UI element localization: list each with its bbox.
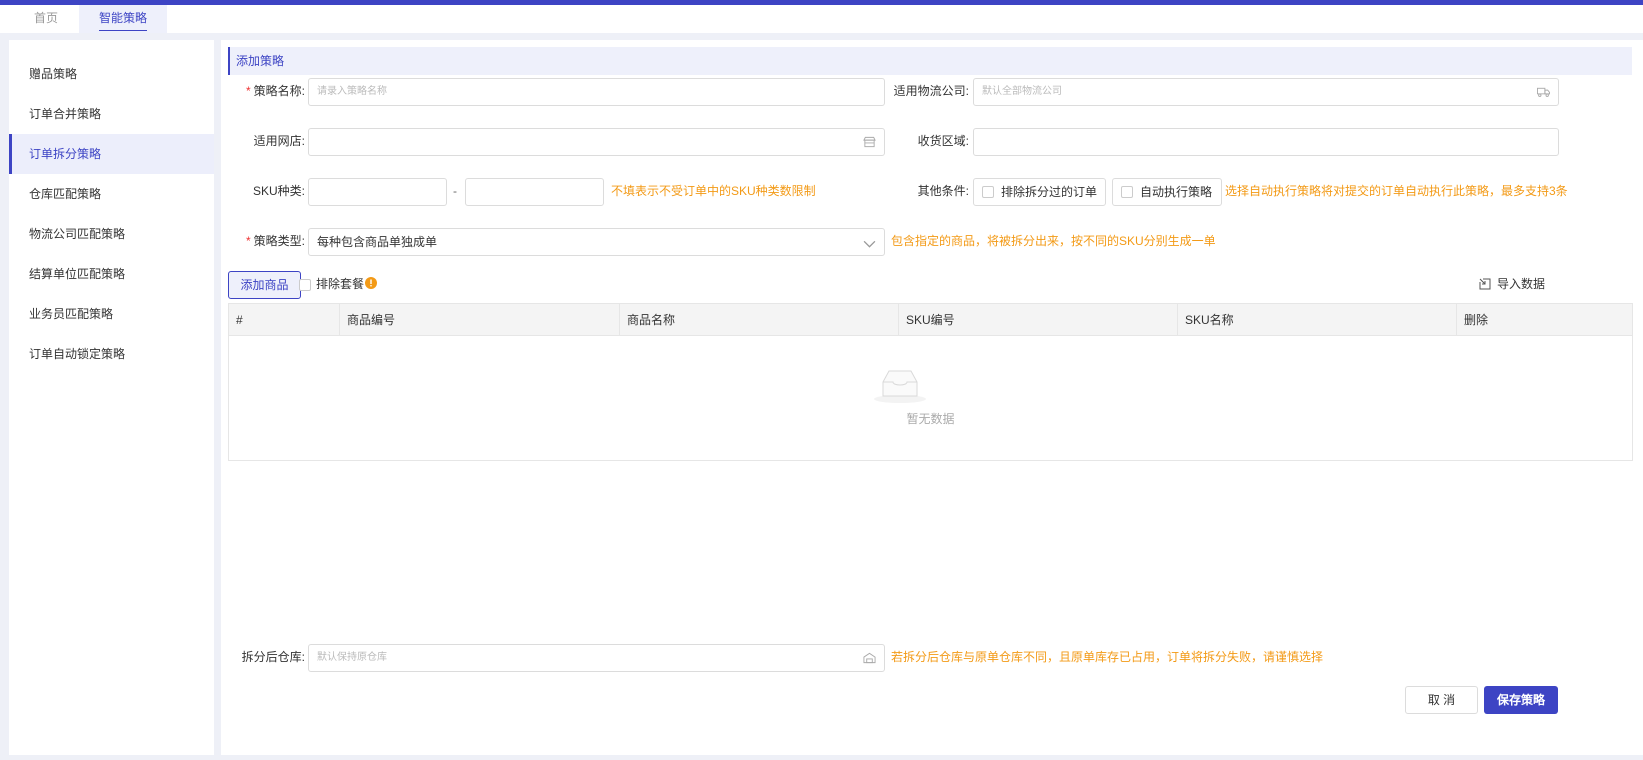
column-header-sku-code: SKU编号 — [898, 304, 1177, 336]
strategy-name-label-text: 策略名称: — [253, 84, 305, 98]
logistics-label: 适用物流公司: — [893, 84, 969, 98]
tab-smart-strategy-label: 智能策略 — [98, 11, 147, 25]
empty-text: 暂无数据 — [906, 412, 955, 426]
strategy-type-value: 每种包含商品单独成单 — [317, 235, 438, 249]
add-product-button[interactable]: 添加商品 — [228, 271, 301, 299]
tab-home[interactable]: 首页 — [18, 5, 74, 33]
exclude-combo-checkbox[interactable] — [299, 279, 311, 291]
column-header-product-code: 商品编号 — [339, 304, 619, 336]
sidebar-item-settlement[interactable]: 结算单位匹配策略 — [9, 254, 214, 294]
region-label: 收货区域: — [917, 134, 969, 148]
save-strategy-button[interactable]: 保存策略 — [1484, 686, 1558, 714]
range-separator: - — [453, 184, 457, 198]
strategy-type-label-text: 策略类型: — [253, 234, 305, 248]
column-header-delete: 删除 — [1456, 304, 1632, 336]
import-data-button[interactable]: 导入数据 — [1479, 270, 1545, 298]
exclude-combo-label: 排除套餐 — [316, 277, 365, 291]
sidebar-item-split[interactable]: 订单拆分策略 — [9, 134, 214, 174]
sku-types-hint: 不填表示不受订单中的SKU种类数限制 — [611, 184, 816, 198]
info-icon[interactable] — [365, 277, 377, 289]
auto-execute-label: 自动执行策略 — [1140, 185, 1213, 199]
logistics-placeholder: 默认全部物流公司 — [982, 86, 1062, 97]
auto-execute-checkbox[interactable]: 自动执行策略 — [1112, 178, 1222, 206]
import-icon — [1479, 278, 1491, 290]
warehouse-select[interactable]: 默认保持原仓库 — [308, 644, 885, 672]
sidebar-item-warehouse[interactable]: 仓库匹配策略 — [9, 174, 214, 214]
warehouse-hint: 若拆分后仓库与原单仓库不同，且原单库存已占用，订单将拆分失败，请谨慎选择 — [891, 650, 1324, 664]
warehouse-placeholder: 默认保持原仓库 — [317, 652, 387, 663]
column-header-sku-name: SKU名称 — [1177, 304, 1456, 336]
warehouse-icon — [863, 652, 876, 664]
import-data-label: 导入数据 — [1497, 277, 1546, 291]
auto-execute-hint: 选择自动执行策略将对提交的订单自动执行此策略，最多支持3条 — [1225, 184, 1568, 198]
required-mark: * — [245, 234, 251, 248]
sku-types-label: SKU种类: — [252, 184, 305, 198]
logistics-select[interactable]: 默认全部物流公司 — [973, 78, 1559, 106]
exclude-split-label: 排除拆分过的订单 — [1001, 185, 1098, 199]
empty-state: 暂无数据 — [229, 336, 1632, 460]
tab-bar: 首页 智能策略 — [0, 5, 1643, 33]
other-conditions-label: 其他条件: — [917, 184, 969, 198]
strategy-type-label: * 策略类型: — [221, 227, 305, 255]
sidebar-item-logistics[interactable]: 物流公司匹配策略 — [9, 214, 214, 254]
warehouse-label: 拆分后仓库: — [241, 650, 305, 664]
required-mark: * — [245, 84, 251, 98]
tab-smart-strategy[interactable]: 智能策略 — [79, 5, 167, 33]
checkbox — [1121, 186, 1133, 198]
column-header-index: # — [236, 313, 243, 327]
region-select[interactable] — [973, 128, 1559, 156]
sidebar-item-gift[interactable]: 赠品策略 — [9, 54, 214, 94]
sidebar: 赠品策略 订单合并策略 订单拆分策略 仓库匹配策略 物流公司匹配策略 结算单位匹… — [9, 40, 214, 755]
empty-inbox-icon — [874, 370, 926, 403]
sidebar-item-salesman[interactable]: 业务员匹配策略 — [9, 294, 214, 334]
store-icon — [863, 136, 876, 148]
store-select[interactable] — [308, 128, 885, 156]
cancel-button[interactable]: 取 消 — [1405, 686, 1478, 714]
strategy-type-hint: 包含指定的商品，将被拆分出来，按不同的SKU分别生成一单 — [891, 234, 1216, 248]
column-header-product-name: 商品名称 — [619, 304, 898, 336]
strategy-name-label: * 策略名称: — [221, 77, 305, 105]
checkbox — [982, 186, 994, 198]
product-table: # 商品编号 商品名称 SKU编号 SKU名称 删除 暂无数据 — [228, 303, 1633, 461]
strategy-name-input[interactable]: 请录入策略名称 — [308, 78, 885, 106]
active-tab-underline — [99, 30, 147, 31]
sku-max-input[interactable] — [465, 178, 604, 206]
sku-min-input[interactable] — [308, 178, 447, 206]
sidebar-item-merge[interactable]: 订单合并策略 — [9, 94, 214, 134]
strategy-type-select[interactable]: 每种包含商品单独成单 — [308, 228, 885, 256]
store-label: 适用网店: — [253, 134, 305, 148]
section-title: 添加策略 — [228, 47, 1632, 75]
main-panel: 添加策略 * 策略名称: 请录入策略名称 适用物流公司: 默认全部物流公司 适用网… — [221, 40, 1643, 755]
truck-icon — [1537, 87, 1550, 97]
chevron-down-icon — [863, 240, 876, 248]
sidebar-item-auto-lock[interactable]: 订单自动锁定策略 — [9, 334, 214, 374]
exclude-split-checkbox[interactable]: 排除拆分过的订单 — [973, 178, 1106, 206]
table-header: # 商品编号 商品名称 SKU编号 SKU名称 删除 — [229, 304, 1632, 336]
